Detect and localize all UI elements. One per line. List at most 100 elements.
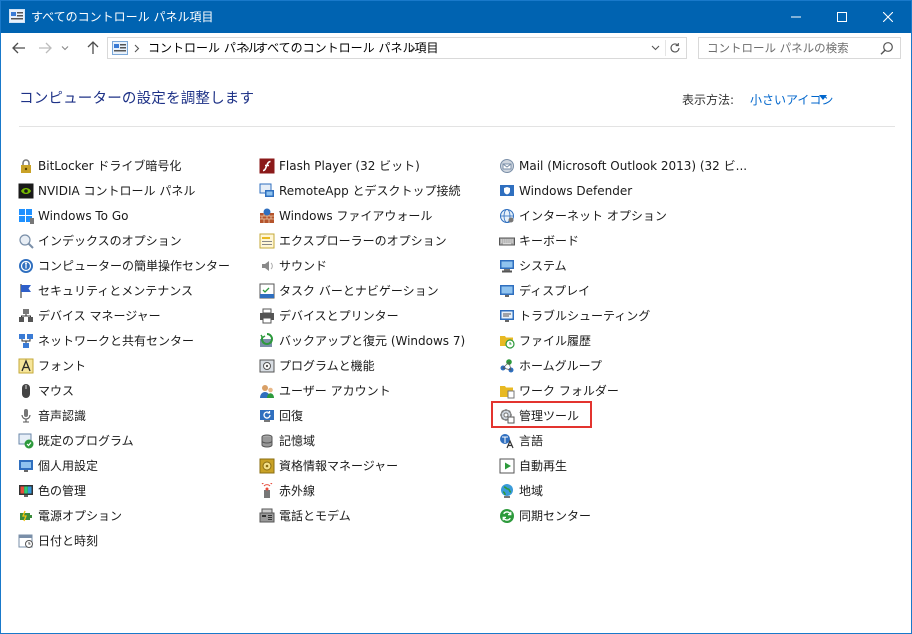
control-panel-item[interactable]: 同期センター [499,503,739,528]
highlight-box-admin-tools [491,401,592,428]
close-button[interactable] [865,1,911,32]
control-panel-item[interactable]: タスク バーとナビゲーション [259,278,494,303]
control-panel-item[interactable]: トラブルシューティング [499,303,739,328]
control-panel-item[interactable]: 自動再生 [499,453,739,478]
control-panel-item[interactable]: 音声認識 [18,403,253,428]
control-panel-item[interactable]: サウンド [259,253,494,278]
control-panel-item[interactable]: NVIDIA コントロール パネル [18,178,253,203]
control-panel-item[interactable]: デバイス マネージャー [18,303,253,328]
window-title: すべてのコントロール パネル項目 [31,10,214,24]
item-label: 同期センター [519,508,592,523]
control-panel-item[interactable]: エクスプローラーのオプション [259,228,494,253]
control-panel-window: すべてのコントロール パネル項目 コントロール パネル すべてのコントロール パ… [0,0,912,634]
item-label: 言語 [519,433,544,448]
control-panel-item[interactable]: システム [499,253,739,278]
control-panel-item[interactable]: Flash Player (32 ビット) [259,153,494,178]
control-panel-item[interactable]: ネットワークと共有センター [18,328,253,353]
item-label: ディスプレイ [519,283,591,298]
control-panel-item[interactable]: 資格情報マネージャー [259,453,494,478]
item-label: サウンド [279,258,328,273]
control-panel-item[interactable]: コンピューターの簡単操作センター [18,253,253,278]
control-panel-item[interactable]: 言語 [499,428,739,453]
folder-options-icon [259,233,275,248]
control-panel-item[interactable]: Windows ファイアウォール [259,203,494,228]
control-panel-item[interactable]: フォント [18,353,253,378]
items-column-1: BitLocker ドライブ暗号化 NVIDIA コントロール パネル Wind… [18,153,253,553]
control-panel-item[interactable]: 赤外線 [259,478,494,503]
defender-icon [500,184,514,196]
close-icon [883,11,893,22]
page-title: コンピューターの設定を調整します [19,91,255,107]
maximize-button[interactable] [819,1,865,32]
control-panel-item[interactable]: バックアップと復元 (Windows 7) [259,328,494,353]
storage-icon [261,434,273,448]
control-panel-item[interactable]: キーボード [499,228,739,253]
troubleshooting-icon [500,309,514,322]
control-panel-item[interactable]: マウス [18,378,253,403]
control-panel-item[interactable]: 電源オプション [18,503,253,528]
user-accounts-icon [260,384,274,398]
recent-locations-button[interactable] [59,39,71,57]
control-panel-item[interactable]: セキュリティとメンテナンス [18,278,253,303]
control-panel-item[interactable]: ディスプレイ [499,278,739,303]
forward-button[interactable] [35,39,55,57]
item-label: コンピューターの簡単操作センター [38,258,231,273]
address-history-button[interactable] [648,41,662,55]
indexing-icon [19,233,34,249]
control-panel-item[interactable]: プログラムと機能 [259,353,494,378]
title-bar[interactable]: すべてのコントロール パネル項目 [1,1,911,33]
control-panel-item[interactable]: 記憶域 [259,428,494,453]
item-label: ユーザー アカウント [279,383,391,398]
control-panel-item[interactable]: ユーザー アカウント [259,378,494,403]
control-panel-item[interactable]: 色の管理 [18,478,253,503]
control-panel-item[interactable]: BitLocker ドライブ暗号化 [18,153,253,178]
item-label: 記憶域 [279,433,316,448]
control-panel-item[interactable]: Windows Defender [499,178,739,203]
speaker-icon [262,260,273,271]
item-label: エクスプローラーのオプション [279,233,447,248]
item-label: インデックスのオプション [38,233,182,248]
control-panel-item[interactable]: Windows To Go [18,203,253,228]
control-panel-item[interactable]: ファイル履歴 [499,328,739,353]
power-options-icon [20,510,32,521]
item-label: セキュリティとメンテナンス [38,283,194,298]
breadcrumb-separator-icon[interactable] [408,41,418,55]
search-input[interactable] [699,38,875,58]
control-panel-item[interactable]: インターネット オプション [499,203,739,228]
language-icon [500,433,514,448]
refresh-button[interactable] [665,40,683,56]
backup-icon [260,332,273,347]
control-panel-item[interactable]: 既定のプログラム [18,428,253,453]
control-panel-item[interactable]: 回復 [259,403,494,428]
control-panel-icon [9,9,25,23]
control-panel-item[interactable]: 日付と時刻 [18,528,253,553]
control-panel-item[interactable]: 地域 [499,478,739,503]
item-label: 赤外線 [279,483,316,498]
control-panel-item[interactable]: 個人用設定 [18,453,253,478]
control-panel-item[interactable]: 電話とモデム [259,503,494,528]
search-icon[interactable] [880,41,894,55]
breadcrumb-separator-icon[interactable] [132,41,142,55]
address-bar[interactable]: コントロール パネル すべてのコントロール パネル項目 [107,37,687,59]
items-column-2: Flash Player (32 ビット) RemoteApp とデスクトップ接… [259,153,494,528]
control-panel-item[interactable]: ホームグループ [499,353,739,378]
control-panel-item[interactable]: インデックスのオプション [18,228,253,253]
item-label: ホームグループ [519,358,602,373]
breadcrumb-separator-icon[interactable] [242,41,252,55]
up-button[interactable] [83,39,103,57]
item-label: デバイス マネージャー [38,308,161,323]
item-label: RemoteApp とデスクトップ接続 [279,183,461,198]
remoteapp-icon [259,183,274,197]
minimize-button[interactable] [773,1,819,32]
ease-of-access-icon [19,258,33,273]
back-button[interactable] [9,39,29,57]
control-panel-item[interactable]: ワーク フォルダー [499,378,739,403]
keyboard-icon [499,237,515,245]
internet-options-icon [500,208,514,223]
item-label: 音声認識 [38,408,87,423]
dropdown-arrow-icon[interactable] [819,95,827,100]
control-panel-item[interactable]: Mail (Microsoft Outlook 2013) (32 ビ... [499,153,747,178]
search-box[interactable] [698,37,901,59]
control-panel-item[interactable]: RemoteApp とデスクトップ接続 [259,178,494,203]
control-panel-item[interactable]: デバイスとプリンター [259,303,494,328]
